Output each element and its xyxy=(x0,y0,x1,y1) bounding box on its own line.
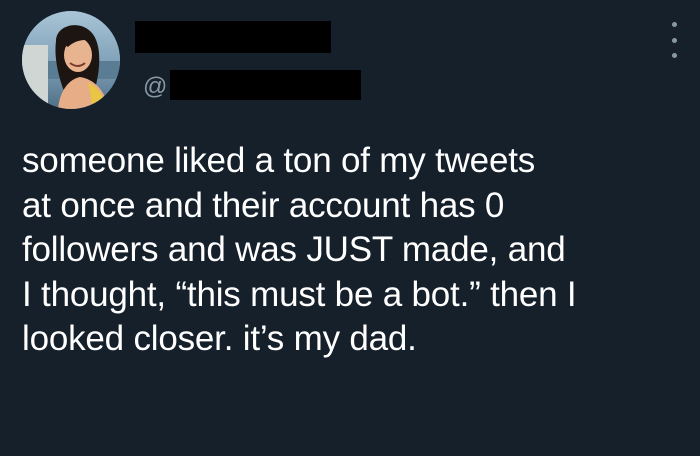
more-dot xyxy=(671,53,677,58)
more-vertical-icon[interactable] xyxy=(664,22,684,58)
tweet-text-line: I thought, “this must be a bot.” then I xyxy=(22,274,577,314)
avatar[interactable] xyxy=(22,11,120,109)
tweet-text-line: someone liked a ton of my tweets xyxy=(22,141,536,180)
tweet-text-line: looked closer. it’s my dad. xyxy=(22,319,417,358)
handle-redacted xyxy=(170,70,361,100)
handle-at-sign: @ xyxy=(143,73,168,100)
avatar-photo xyxy=(22,11,120,109)
display-name-redacted xyxy=(135,21,331,53)
tweet-card: @ someone liked a ton of my tweets at on… xyxy=(0,0,700,456)
more-dot xyxy=(671,22,677,27)
tweet-text-line: at once and their account has 0 xyxy=(22,185,505,225)
tweet-text-line: followers and was JUST made, and xyxy=(22,230,566,269)
more-dot xyxy=(671,37,677,43)
tweet-text: someone liked a ton of my tweets at once… xyxy=(22,139,692,362)
